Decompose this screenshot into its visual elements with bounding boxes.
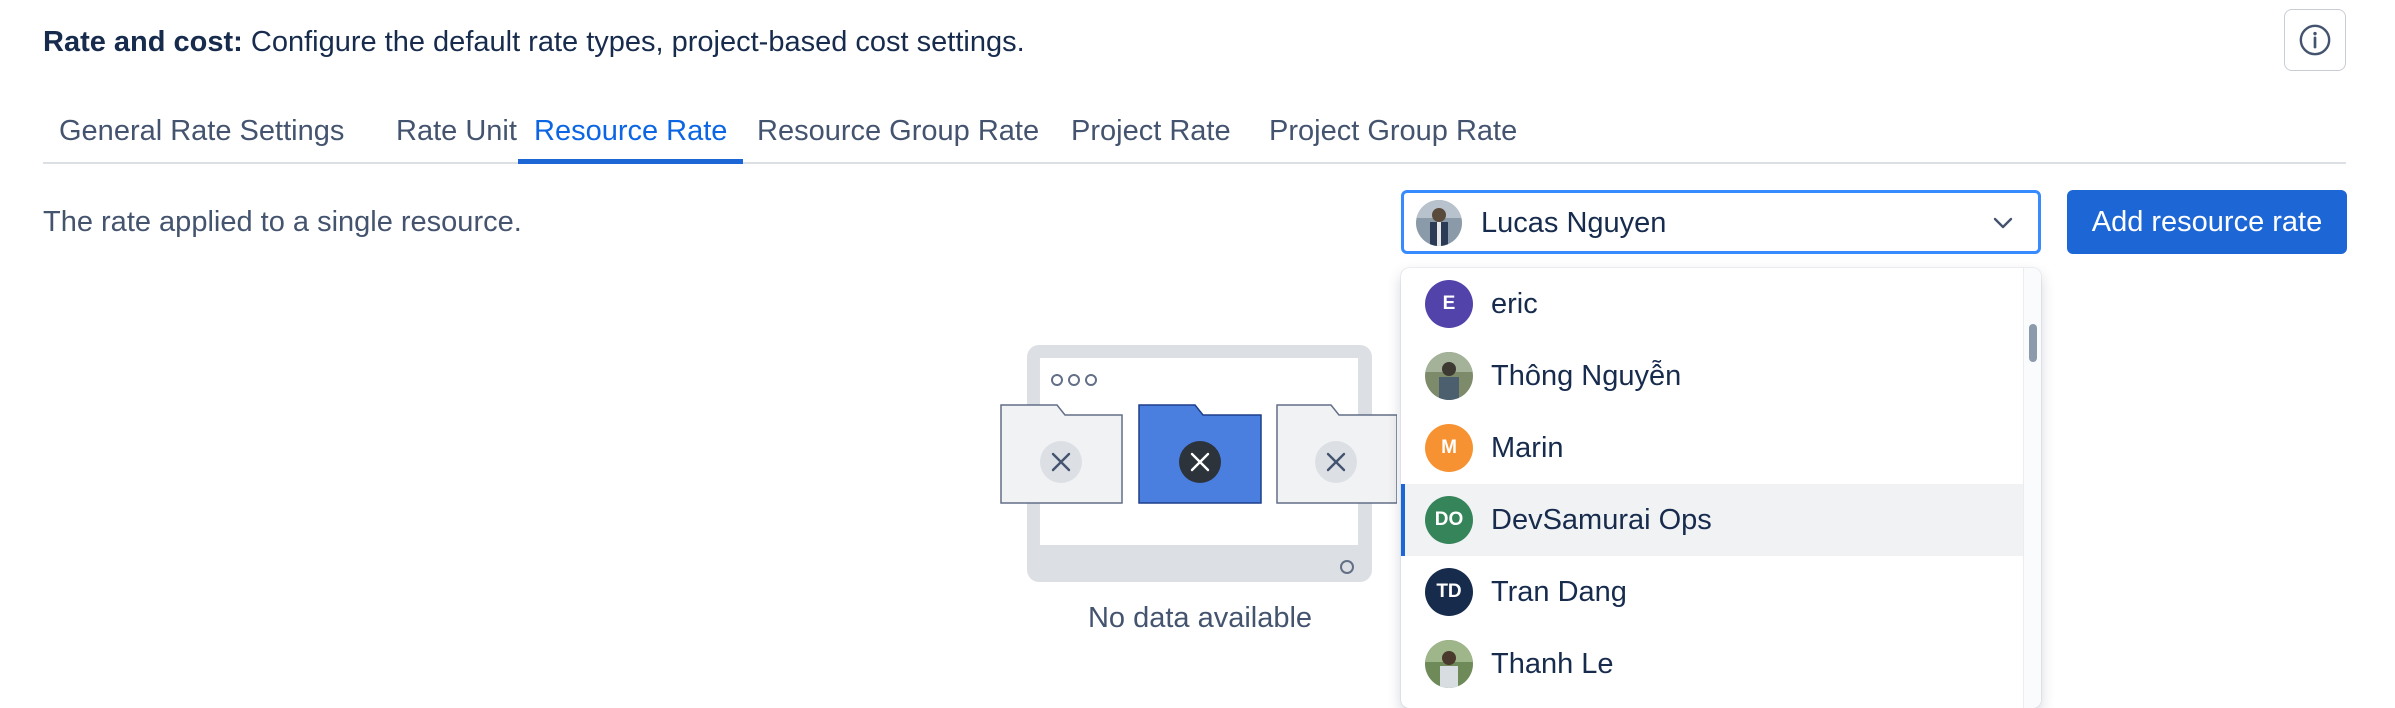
option-label: Thông Nguyễn [1491,360,1682,392]
empty-state-illustration [997,340,1398,585]
avatar: TD [1425,568,1473,616]
empty-state-text: No data available [1087,602,1313,634]
dropdown-scrollbar[interactable] [2023,268,2041,708]
header-title-bold: Rate and cost: [43,26,243,58]
tab-rate-unit[interactable]: Rate Unit [380,102,533,162]
page-header: Rate and cost: Configure the default rat… [43,22,1025,62]
dropdown-option-eric[interactable]: E eric [1401,268,2023,340]
info-button[interactable] [2284,9,2346,71]
user-photo-icon [1425,352,1473,400]
resource-select[interactable]: Lucas Nguyen [1401,190,2041,254]
tab-project-group-rate[interactable]: Project Group Rate [1253,102,1533,162]
avatar: E [1425,280,1473,328]
selected-resource-label: Lucas Nguyen [1481,207,1667,239]
avatar: M [1425,424,1473,472]
tab-resource-rate[interactable]: Resource Rate [518,102,744,164]
avatar [1425,352,1473,400]
option-label: Thanh Le [1491,648,1614,680]
option-label: Marin [1491,432,1564,464]
avatar [1416,200,1462,246]
option-label: eric [1491,288,1538,320]
info-icon [2299,24,2331,56]
dropdown-option-devsamurai-ops[interactable]: DO DevSamurai Ops [1401,484,2023,556]
option-label: DevSamurai Ops [1491,504,1712,536]
tab-general-rate-settings[interactable]: General Rate Settings [43,102,360,162]
add-resource-rate-button[interactable]: Add resource rate [2067,190,2347,254]
header-title-text: Configure the default rate types, projec… [242,26,1025,58]
resource-dropdown-menu: E eric Thông Nguyễn M Marin DO DevSamura… [1401,268,2041,708]
chevron-down-icon [1993,217,2013,229]
scrollbar-thumb[interactable] [2029,324,2037,362]
option-label: Tran Dang [1491,576,1627,608]
resource-rate-description: The rate applied to a single resource. [43,206,522,238]
dropdown-option-marin[interactable]: M Marin [1401,412,2023,484]
tab-resource-group-rate[interactable]: Resource Group Rate [741,102,1055,162]
dropdown-option-thong-nguyen[interactable]: Thông Nguyễn [1401,340,2023,412]
user-photo-icon [1416,200,1462,246]
avatar: DO [1425,496,1473,544]
dropdown-option-thanh-le[interactable]: Thanh Le [1401,628,2023,700]
rate-tabs: General Rate Settings Rate Unit Resource… [43,102,2346,164]
tab-project-rate[interactable]: Project Rate [1055,102,1247,162]
user-photo-icon [1425,640,1473,688]
avatar [1425,640,1473,688]
dropdown-option-tran-dang[interactable]: TD Tran Dang [1401,556,2023,628]
